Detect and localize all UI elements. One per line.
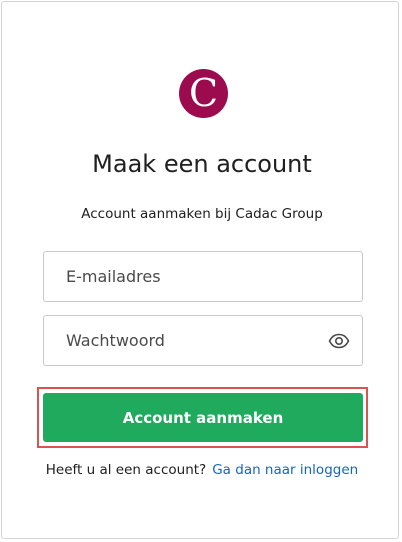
signup-card: C Maak een account Account aanmaken bij … [1,1,399,539]
page-subtitle: Account aanmaken bij Cadac Group [81,206,323,222]
password-input[interactable] [44,316,362,365]
cadac-logo: C [179,69,228,118]
login-prompt: Heeft u al een account? Ga dan naar inlog… [2,462,402,478]
email-input[interactable] [44,252,362,301]
email-field [43,251,363,302]
login-prompt-text: Heeft u al een account? [45,462,207,478]
logo-letter: C [188,71,219,115]
page-title: Maak een account [92,150,312,178]
create-account-button[interactable]: Account aanmaken [43,393,363,442]
login-link[interactable]: Ga dan naar inloggen [212,462,358,478]
show-password-eye-icon[interactable] [328,331,350,351]
password-field [43,315,363,366]
